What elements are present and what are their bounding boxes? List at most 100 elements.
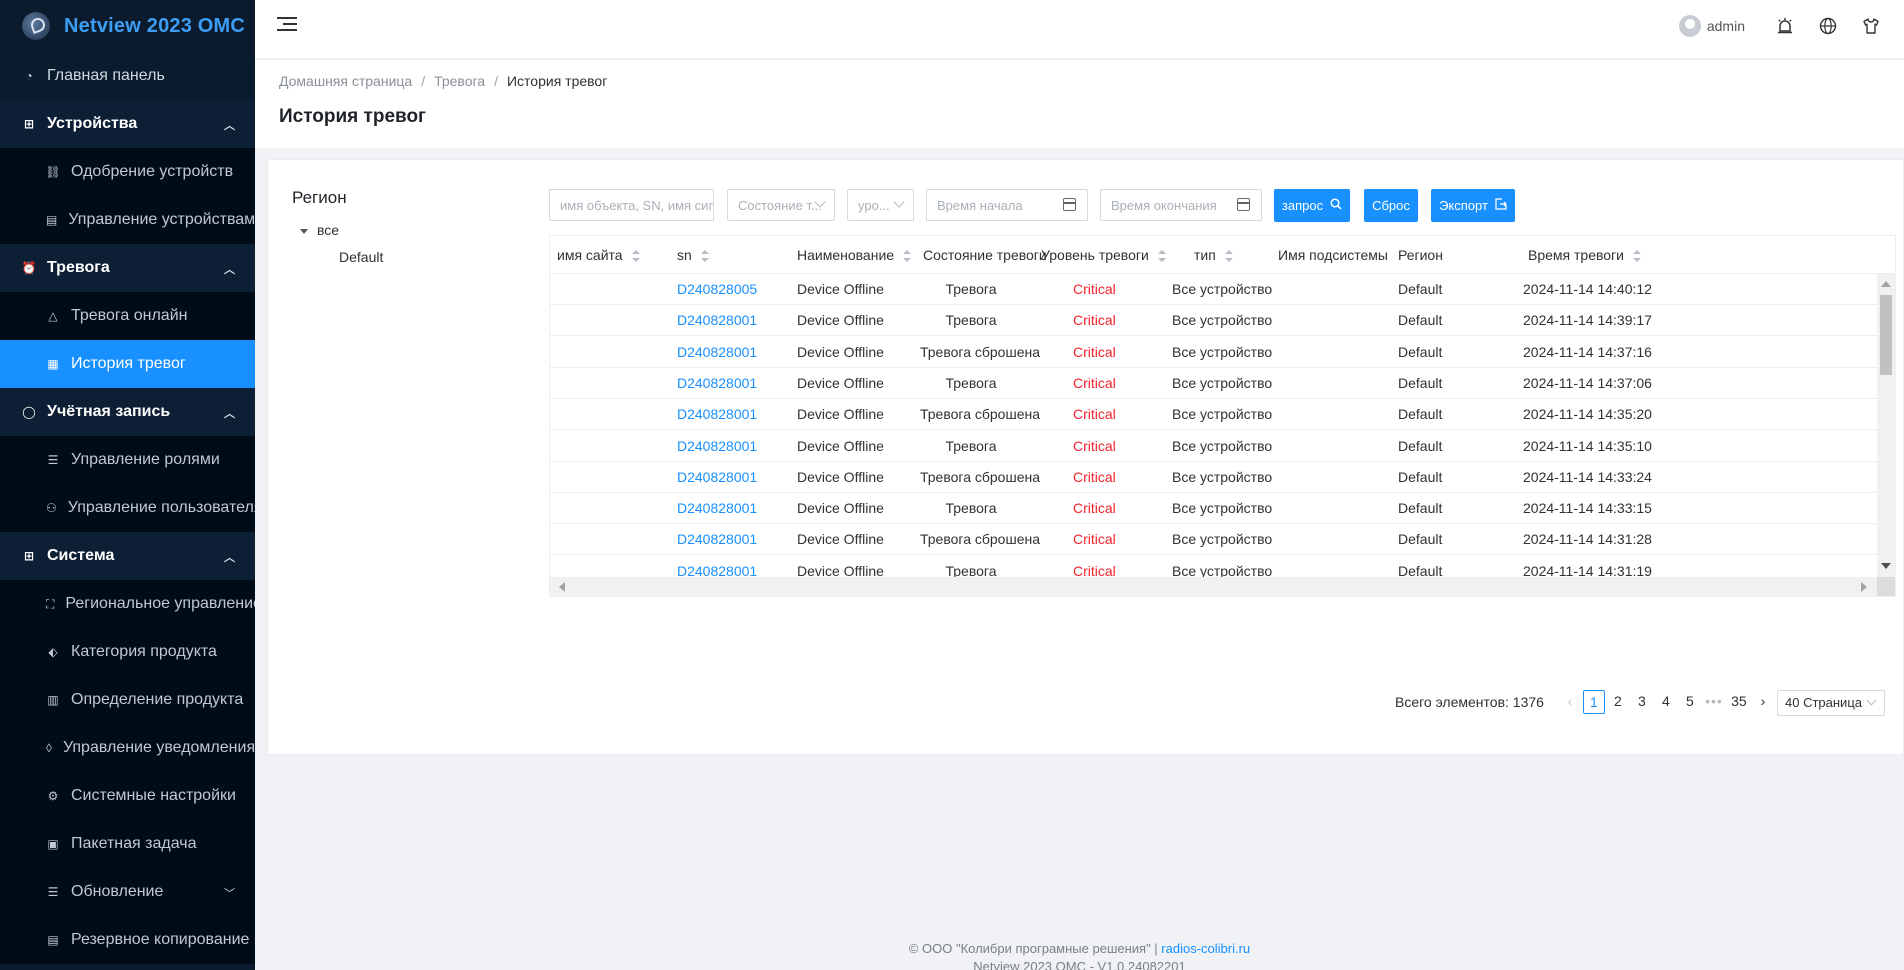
table-row[interactable]: D240828001 Device Offline Тревога Critical В… xyxy=(550,368,1877,399)
alarm-status-select[interactable]: Состояние т... xyxy=(727,189,835,221)
sidebar-item[interactable]: ☰ Обновление ﹀ xyxy=(0,868,255,916)
alarm-bell-icon[interactable] xyxy=(1775,16,1795,36)
page-number[interactable]: 2 xyxy=(1607,690,1629,714)
column-header[interactable]: Наименование xyxy=(797,236,912,274)
sort-icon[interactable] xyxy=(1157,250,1166,263)
sn-link[interactable]: D240828001 xyxy=(677,462,757,493)
table-row[interactable]: D240828001 Device Offline Тревога сброшена… xyxy=(550,524,1877,556)
chevron-up-icon[interactable]: ︿ xyxy=(224,261,235,277)
scroll-thumb[interactable] xyxy=(1880,295,1892,375)
more-pages-icon[interactable]: ••• xyxy=(1703,690,1725,714)
export-button[interactable]: Экспорт xyxy=(1431,189,1515,222)
sidebar-item[interactable]: ⬖ Категория продукта xyxy=(0,628,255,676)
alarm-level-select[interactable]: уро... xyxy=(847,189,914,221)
sn-link[interactable]: D240828001 xyxy=(677,524,757,555)
table-row[interactable]: D240828001 Device Offline Тревога сброшена… xyxy=(550,462,1877,493)
page-size-select[interactable]: 40 Страница xyxy=(1777,690,1885,716)
sn-link[interactable]: D240828001 xyxy=(677,337,757,368)
sn-link[interactable]: D240828001 xyxy=(677,305,757,336)
table-cell: Все устройство xyxy=(1172,531,1273,548)
query-button[interactable]: запрос xyxy=(1274,189,1350,222)
page-number[interactable]: 3 xyxy=(1631,690,1653,714)
sidebar-item[interactable]: ▥ Определение продукта xyxy=(0,676,255,724)
shirt-icon[interactable] xyxy=(1861,16,1881,36)
page-number[interactable]: 4 xyxy=(1655,690,1677,714)
caret-down-icon[interactable] xyxy=(300,228,308,234)
sidebar-item[interactable]: ☰ Управление ролями xyxy=(0,436,255,484)
sn-link[interactable]: D240828001 xyxy=(677,493,757,524)
avatar[interactable] xyxy=(1678,15,1701,37)
start-time-picker[interactable]: Время начала xyxy=(926,189,1088,221)
sort-icon[interactable] xyxy=(631,250,640,263)
sidebar-item[interactable]: ◊ Управление уведомлениями xyxy=(0,724,255,772)
column-header[interactable]: имя сайта xyxy=(557,236,640,274)
sidebar-item[interactable]: ▤ Резервное копирование xyxy=(0,916,255,964)
end-time-picker[interactable]: Время окончания xyxy=(1100,189,1262,221)
chevron-up-icon[interactable]: ︿ xyxy=(224,549,235,565)
column-header[interactable]: тип xyxy=(1194,236,1233,274)
column-header[interactable]: Имя подсистемы xyxy=(1278,236,1388,274)
footer-link[interactable]: radios-colibri.ru xyxy=(1161,941,1250,956)
chevron-up-icon[interactable]: ︿ xyxy=(224,117,235,133)
table-row[interactable]: D240828001 Device Offline Тревога Critical В… xyxy=(550,431,1877,462)
sn-link[interactable]: D240828001 xyxy=(677,368,757,399)
sn-link[interactable]: D240828005 xyxy=(677,274,757,305)
sort-icon[interactable] xyxy=(700,250,709,263)
chevron-down-icon[interactable]: ﹀ xyxy=(224,885,235,901)
sidebar-item[interactable]: △ Тревога онлайн xyxy=(0,292,255,340)
table-row[interactable]: D240828001 Device Offline Тревога сброшена… xyxy=(550,399,1877,431)
page-last[interactable]: 35 xyxy=(1728,690,1750,714)
globe-icon[interactable] xyxy=(1818,16,1838,36)
table-row[interactable]: D240828005 Device Offline Тревога Critical В… xyxy=(550,274,1877,305)
prev-page-icon[interactable]: ‹ xyxy=(1559,690,1581,714)
scroll-down-icon[interactable] xyxy=(1881,563,1891,569)
sidebar-item[interactable]: ▣ Пакетная задача xyxy=(0,820,255,868)
horizontal-scrollbar[interactable] xyxy=(550,577,1895,596)
vertical-scrollbar[interactable] xyxy=(1877,274,1895,577)
sort-icon[interactable] xyxy=(903,250,912,263)
column-header[interactable]: Регион xyxy=(1398,236,1443,274)
column-header[interactable]: Время тревоги xyxy=(1528,236,1641,274)
tree-node-default[interactable]: Default xyxy=(339,249,383,265)
sort-icon[interactable] xyxy=(1632,250,1641,263)
sidebar-item[interactable]: ⛓ Одобрение устройств xyxy=(0,148,255,196)
column-header[interactable]: Уровень тревоги xyxy=(1041,236,1166,274)
reset-button[interactable]: Сброс xyxy=(1364,189,1418,222)
chevron-up-icon[interactable]: ︿ xyxy=(224,405,235,421)
column-header[interactable]: sn xyxy=(677,236,709,274)
page-number[interactable]: 1 xyxy=(1582,690,1605,714)
sidebar-item[interactable]: ⛶ Региональное управление xyxy=(0,580,255,628)
menu-toggle-icon[interactable] xyxy=(277,17,297,35)
scroll-left-icon[interactable] xyxy=(559,582,565,592)
column-header[interactable]: Состояние тревоги xyxy=(923,236,1047,274)
sidebar-item[interactable]: ▤ Управление устройствами xyxy=(0,196,255,244)
sidebar-item[interactable]: ⚇ Управление пользователями xyxy=(0,484,255,532)
table-cell: 2024-11-14 14:31:28 xyxy=(1523,531,1652,548)
next-page-icon[interactable]: › xyxy=(1752,690,1774,714)
search-input[interactable]: имя объекта, SN, имя сигнал... xyxy=(549,189,714,221)
page-number[interactable]: 5 xyxy=(1679,690,1701,714)
tree-node-root[interactable]: все xyxy=(300,222,339,238)
sidebar-item[interactable]: ⚙ Системные настройки xyxy=(0,772,255,820)
table-row[interactable]: D240828001 Device Offline Тревога Critical В… xyxy=(550,493,1877,525)
sn-link[interactable]: D240828001 xyxy=(677,556,757,577)
sidebar-item[interactable]: ◯ Учётная запись ︿ xyxy=(0,388,255,436)
table-row[interactable]: D240828001 Device Offline Тревога сброшена… xyxy=(550,337,1877,368)
sidebar-item[interactable]: ⊞ Система ︿ xyxy=(0,532,255,580)
user-name[interactable]: admin xyxy=(1707,18,1745,34)
column-header-label: Время тревоги xyxy=(1528,247,1624,263)
sn-link[interactable]: D240828001 xyxy=(677,399,757,430)
table-row[interactable]: D240828001 Device Offline Тревога Critical В… xyxy=(550,556,1877,577)
sidebar-item[interactable]: ⊞ Устройства ︿ xyxy=(0,100,255,148)
scroll-right-icon[interactable] xyxy=(1861,582,1867,592)
logo[interactable]: Netview 2023 OMC xyxy=(0,0,255,52)
sidebar-item[interactable]: ▦ История тревог xyxy=(0,340,255,388)
table-row[interactable]: D240828001 Device Offline Тревога Critical В… xyxy=(550,305,1877,337)
sort-icon[interactable] xyxy=(1224,250,1233,263)
sidebar-item[interactable]: ⏰ Тревога ︿ xyxy=(0,244,255,292)
sn-link[interactable]: D240828001 xyxy=(677,431,757,462)
breadcrumb-home[interactable]: Домашняя страница xyxy=(279,73,412,89)
scroll-up-icon[interactable] xyxy=(1881,281,1891,287)
sidebar-item[interactable]: ◔ Главная панель xyxy=(0,52,255,100)
breadcrumb-section[interactable]: Тревога xyxy=(434,73,485,89)
